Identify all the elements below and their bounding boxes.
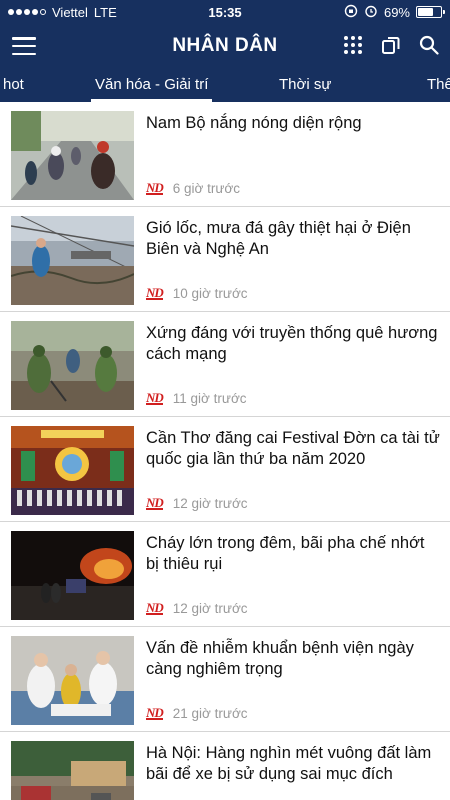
list-item[interactable]: Cần Thơ đăng cai Festival Đờn ca tài tử … xyxy=(0,417,450,522)
alarm-icon xyxy=(364,4,378,21)
battery-icon xyxy=(416,6,445,18)
source-logo: ND xyxy=(146,495,164,510)
list-item[interactable]: Xứng đáng với truyền thống quê hương các… xyxy=(0,312,450,417)
app-header: NHÂN DÂN xyxy=(0,24,450,68)
article-thumbnail xyxy=(11,531,134,620)
list-item[interactable]: Nam Bộ nắng nóng diện rộng ND 6 giờ trướ… xyxy=(0,102,450,207)
article-time: 10 giờ trước xyxy=(172,286,248,301)
grid-icon[interactable] xyxy=(342,34,364,56)
tab-van-hoa-giai-tri[interactable]: Văn hóa - Giải trí xyxy=(90,68,213,102)
signal-strength-icon xyxy=(8,9,46,15)
article-title[interactable]: Cháy lớn trong đêm, bãi pha chế nhớt bị … xyxy=(146,533,440,575)
list-item[interactable]: Gió lốc, mưa đá gây thiệt hại ở Điện Biê… xyxy=(0,207,450,312)
source-logo: ND xyxy=(146,600,164,615)
article-time: 11 giờ trước xyxy=(172,391,247,406)
article-thumbnail xyxy=(11,321,134,410)
source-logo: ND xyxy=(146,390,164,405)
article-thumbnail xyxy=(11,741,134,800)
network-type: LTE xyxy=(93,4,117,20)
status-bar: Viettel LTE 15:35 69% xyxy=(0,0,450,24)
article-thumbnail xyxy=(11,216,134,305)
list-item[interactable]: Vấn đề nhiễm khuẩn bệnh viện ngày càng n… xyxy=(0,627,450,732)
article-thumbnail xyxy=(11,111,134,200)
article-time: 6 giờ trước xyxy=(172,181,241,196)
article-thumbnail xyxy=(11,426,134,515)
carrier-name: Viettel xyxy=(52,4,88,20)
source-logo: ND xyxy=(146,180,164,195)
list-item[interactable]: Cháy lớn trong đêm, bãi pha chế nhớt bị … xyxy=(0,522,450,627)
copy-icon[interactable] xyxy=(380,34,402,56)
article-title[interactable]: Vấn đề nhiễm khuẩn bệnh viện ngày càng n… xyxy=(146,638,440,680)
article-time: 12 giờ trước xyxy=(172,496,248,511)
category-tabs: hot Văn hóa - Giải trí Thời sự Thế xyxy=(0,68,450,102)
menu-icon[interactable] xyxy=(12,34,36,58)
source-logo: ND xyxy=(146,285,164,300)
article-time: 21 giờ trước xyxy=(172,706,248,721)
list-item[interactable]: Hà Nội: Hàng nghìn mét vuông đất làm bãi… xyxy=(0,732,450,800)
article-title[interactable]: Gió lốc, mưa đá gây thiệt hại ở Điện Biê… xyxy=(146,218,440,260)
battery-percent: 69% xyxy=(383,4,410,20)
search-icon[interactable] xyxy=(418,34,440,56)
article-thumbnail xyxy=(11,636,134,725)
tab-the-gioi[interactable]: Thế xyxy=(427,68,450,102)
article-title[interactable]: Nam Bộ nắng nóng diện rộng xyxy=(146,113,440,134)
source-logo: ND xyxy=(146,705,164,720)
tab-hot[interactable]: hot xyxy=(3,68,24,102)
rotation-lock-icon xyxy=(344,4,358,21)
tab-thoi-su[interactable]: Thời sự xyxy=(279,68,331,102)
article-title[interactable]: Xứng đáng với truyền thống quê hương các… xyxy=(146,323,440,365)
article-title[interactable]: Hà Nội: Hàng nghìn mét vuông đất làm bãi… xyxy=(146,743,440,785)
article-list: Nam Bộ nắng nóng diện rộng ND 6 giờ trướ… xyxy=(0,102,450,800)
article-time: 12 giờ trước xyxy=(172,601,248,616)
article-title[interactable]: Cần Thơ đăng cai Festival Đờn ca tài tử … xyxy=(146,428,440,470)
